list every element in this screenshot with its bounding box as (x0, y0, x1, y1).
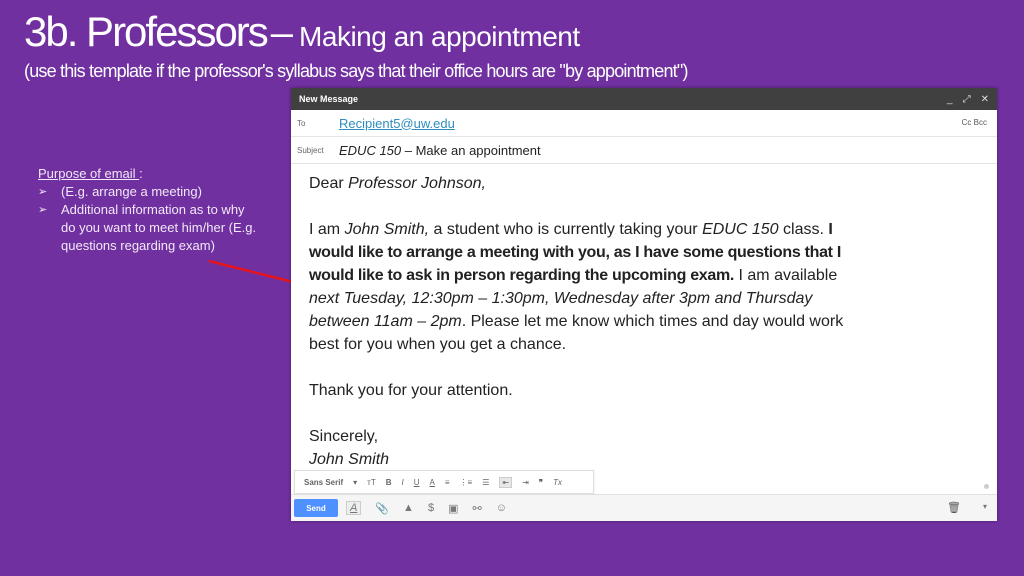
greeting: Dear Professor Johnson, (309, 172, 979, 195)
underline-icon[interactable]: U (414, 478, 420, 487)
p1-d: I am available (734, 267, 838, 284)
clear-format-icon[interactable]: Tx (553, 478, 562, 487)
subject-field[interactable]: EDUC 150 – Make an appointment (339, 143, 541, 158)
bold-icon[interactable]: B (386, 478, 392, 487)
arrow-bullet-icon: ➢ (38, 186, 48, 198)
purpose-item: ➢ Additional information as to why do you… (38, 201, 261, 255)
popout-icon[interactable]: ⤢ (963, 94, 971, 105)
p1-b: a student who is currently taking your (429, 221, 703, 238)
slide-subtitle: (use this template if the professor's sy… (24, 61, 688, 81)
money-icon[interactable]: $ (428, 502, 434, 514)
compose-header: New Message _ ⤢ ✕ (291, 88, 997, 110)
main-paragraph: I am John Smith, a student who is curren… (309, 218, 849, 356)
subject-course: EDUC 150 (339, 142, 402, 158)
closing: Sincerely, (309, 428, 379, 445)
more-options-icon[interactable]: ▾ (983, 502, 987, 511)
greeting-name: Professor Johnson, (348, 175, 486, 192)
to-row: To Recipient5@uw.edu Cc Bcc (291, 110, 997, 137)
title-main: 3b. Professors (24, 8, 269, 55)
thanks-line: Thank you for your attention. (309, 382, 513, 399)
resize-handle[interactable] (984, 484, 989, 489)
bulleted-list-icon[interactable]: ☰ (482, 478, 489, 487)
compose-window: New Message _ ⤢ ✕ To Recipient5@uw.edu C… (291, 88, 997, 521)
link-icon[interactable]: ⚯ (472, 502, 481, 515)
purpose-annotation: Purpose of email : ➢ (E.g. arrange a meet… (38, 165, 261, 255)
numbered-list-icon[interactable]: ⋮≡ (460, 478, 473, 487)
purpose-heading: Purpose of email (38, 166, 140, 181)
subject-row: Subject EDUC 150 – Make an appointment (291, 137, 997, 164)
font-select[interactable]: Sans Serif (304, 478, 343, 487)
chevron-down-icon[interactable]: ▾ (353, 478, 357, 487)
format-toolbar: Sans Serif ▾ ᴛT B I U A ≡ ⋮≡ ☰ ⇤ ⇥ ❞ Tx (294, 470, 594, 494)
align-icon[interactable]: ≡ (445, 478, 450, 487)
attach-icon[interactable]: 📎 (375, 502, 389, 515)
signature: John Smith (309, 448, 979, 471)
title-sub: Making an appointment (299, 21, 580, 52)
subject-rest: – Make an appointment (401, 142, 541, 158)
text-size-icon[interactable]: ᴛT (367, 478, 376, 487)
purpose-item: ➢ (E.g. arrange a meeting) (38, 183, 261, 201)
quote-icon[interactable]: ❞ (539, 478, 543, 487)
p1-course: EDUC 150 (702, 221, 779, 238)
slide-title: 3b. Professors – Making an appointment (24, 8, 580, 56)
purpose-item-text: (E.g. arrange a meeting) (61, 184, 202, 199)
text-color-icon[interactable]: A (430, 478, 435, 487)
p1-a: I am (309, 221, 345, 238)
indent-less-icon[interactable]: ⇤ (499, 476, 513, 488)
drive-icon[interactable]: ▲ (403, 502, 414, 514)
close-icon[interactable]: ✕ (981, 94, 989, 105)
purpose-colon: : (139, 166, 143, 181)
arrow-bullet-icon: ➢ (38, 204, 48, 216)
p1-c: class. (778, 221, 829, 238)
message-body[interactable]: Dear Professor Johnson, I am John Smith,… (291, 164, 997, 479)
signature-name: John Smith (309, 451, 390, 468)
greeting-text: Dear (309, 175, 349, 192)
subject-label: Subject (297, 145, 324, 155)
compose-footer: Send A 📎 ▲ $ ▣ ⚯ ☺ 🗑 ▾ (291, 494, 997, 521)
formatting-options-icon[interactable]: A (346, 501, 362, 515)
minimize-icon[interactable]: _ (947, 94, 953, 105)
send-button[interactable]: Send (294, 499, 338, 517)
indent-more-icon[interactable]: ⇥ (522, 478, 529, 487)
cc-bcc-link[interactable]: Cc Bcc (962, 118, 987, 127)
to-label: To (297, 118, 306, 128)
trash-icon[interactable]: 🗑 (947, 501, 961, 514)
title-dash: – (270, 11, 294, 55)
p1-name: John Smith, (344, 221, 430, 238)
compose-title: New Message (299, 94, 359, 104)
emoji-icon[interactable]: ☺ (496, 502, 507, 514)
purpose-item-text: Additional information as to why do you … (61, 202, 257, 253)
to-field[interactable]: Recipient5@uw.edu (339, 116, 455, 131)
purpose-list: ➢ (E.g. arrange a meeting) ➢ Additional in… (38, 183, 261, 255)
italic-icon[interactable]: I (402, 478, 404, 487)
photo-icon[interactable]: ▣ (448, 502, 458, 515)
